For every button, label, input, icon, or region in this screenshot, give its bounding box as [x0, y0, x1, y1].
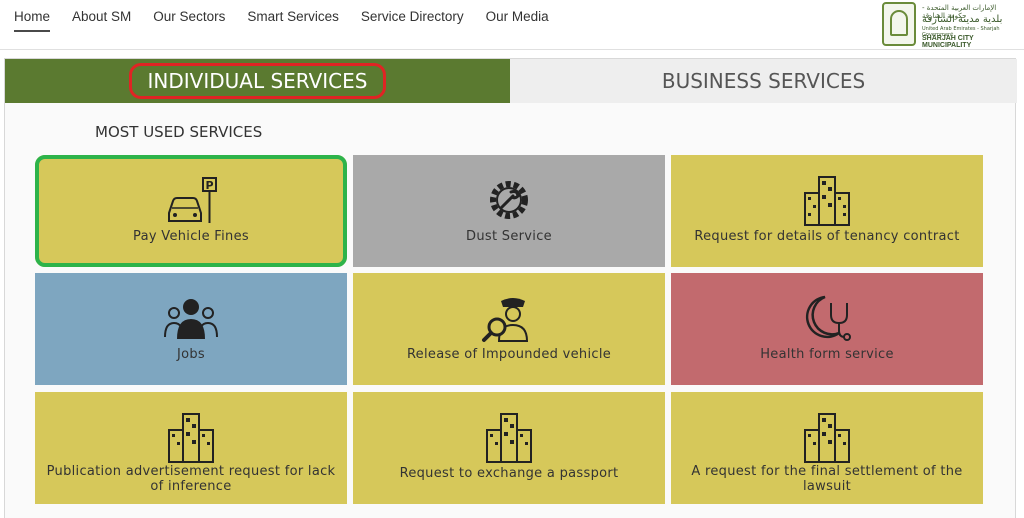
service-label: Publication advertisement request for la…: [46, 464, 336, 494]
nav-smart-services[interactable]: Smart Services: [247, 0, 339, 32]
service-card-publication-advertisement[interactable]: Publication advertisement request for la…: [35, 392, 347, 504]
service-label: Request to exchange a passport: [399, 466, 619, 481]
service-label: Pay Vehicle Fines: [133, 229, 249, 244]
service-card-dust[interactable]: Dust Service: [353, 155, 665, 267]
nav-media[interactable]: Our Media: [486, 0, 549, 32]
moon-stethoscope-icon: [805, 295, 851, 341]
top-navigation-bar: Home About SM Our Sectors Smart Services…: [0, 0, 1024, 50]
officer-magnifier-icon: [482, 298, 529, 342]
nav-about[interactable]: About SM: [72, 0, 131, 32]
service-label: A request for the final settlement of th…: [691, 464, 963, 494]
service-label: Release of Impounded vehicle: [406, 347, 612, 362]
nav-sectors[interactable]: Our Sectors: [153, 0, 225, 32]
building-icon: [486, 413, 532, 463]
service-card-pay-vehicle-fines[interactable]: P Pay Vehicle Fines: [35, 155, 347, 267]
emblem-icon: [882, 2, 916, 46]
tab-business-services[interactable]: BUSINESS SERVICES: [510, 59, 1017, 103]
service-card-health-form[interactable]: Health form service: [671, 273, 983, 385]
nav-service-directory[interactable]: Service Directory: [361, 0, 464, 32]
service-label: Dust Service: [466, 229, 552, 244]
section-title: MOST USED SERVICES: [95, 123, 263, 141]
service-card-jobs[interactable]: Jobs: [35, 273, 347, 385]
nav-home[interactable]: Home: [14, 0, 51, 32]
tab-individual-label: INDIVIDUAL SERVICES: [128, 63, 387, 99]
services-panel: INDIVIDUAL SERVICES BUSINESS SERVICES MO…: [4, 58, 1017, 518]
service-card-tenancy-contract[interactable]: Request for details of tenancy contract: [671, 155, 983, 267]
municipality-logo[interactable]: الإمارات العربية المتحدة - حكومة الشارقة…: [882, 2, 1014, 49]
building-icon: [168, 413, 214, 463]
building-icon: [804, 176, 850, 226]
service-card-lawsuit-settlement[interactable]: A request for the final settlement of th…: [671, 392, 983, 504]
building-icon: [804, 413, 850, 463]
service-card-impounded-vehicle[interactable]: Release of Impounded vehicle: [353, 273, 665, 385]
service-card-exchange-passport[interactable]: Request to exchange a passport: [353, 392, 665, 504]
logo-line-4: SHARJAH CITY MUNICIPALITY: [922, 35, 974, 49]
service-label: Jobs: [176, 347, 205, 362]
tab-individual-services[interactable]: INDIVIDUAL SERVICES: [5, 59, 510, 103]
main-nav: Home About SM Our Sectors Smart Services…: [0, 0, 557, 50]
people-icon: [164, 299, 218, 339]
parking-car-icon: P: [168, 177, 217, 223]
service-label: Health form service: [760, 347, 894, 362]
tab-business-label: BUSINESS SERVICES: [661, 69, 866, 93]
logo-line-2: بلدية مدينة الشارقة: [922, 14, 1003, 25]
svg-text:P: P: [205, 179, 213, 192]
gear-wrench-icon: [490, 181, 528, 219]
service-label: Request for details of tenancy contract: [694, 229, 960, 244]
